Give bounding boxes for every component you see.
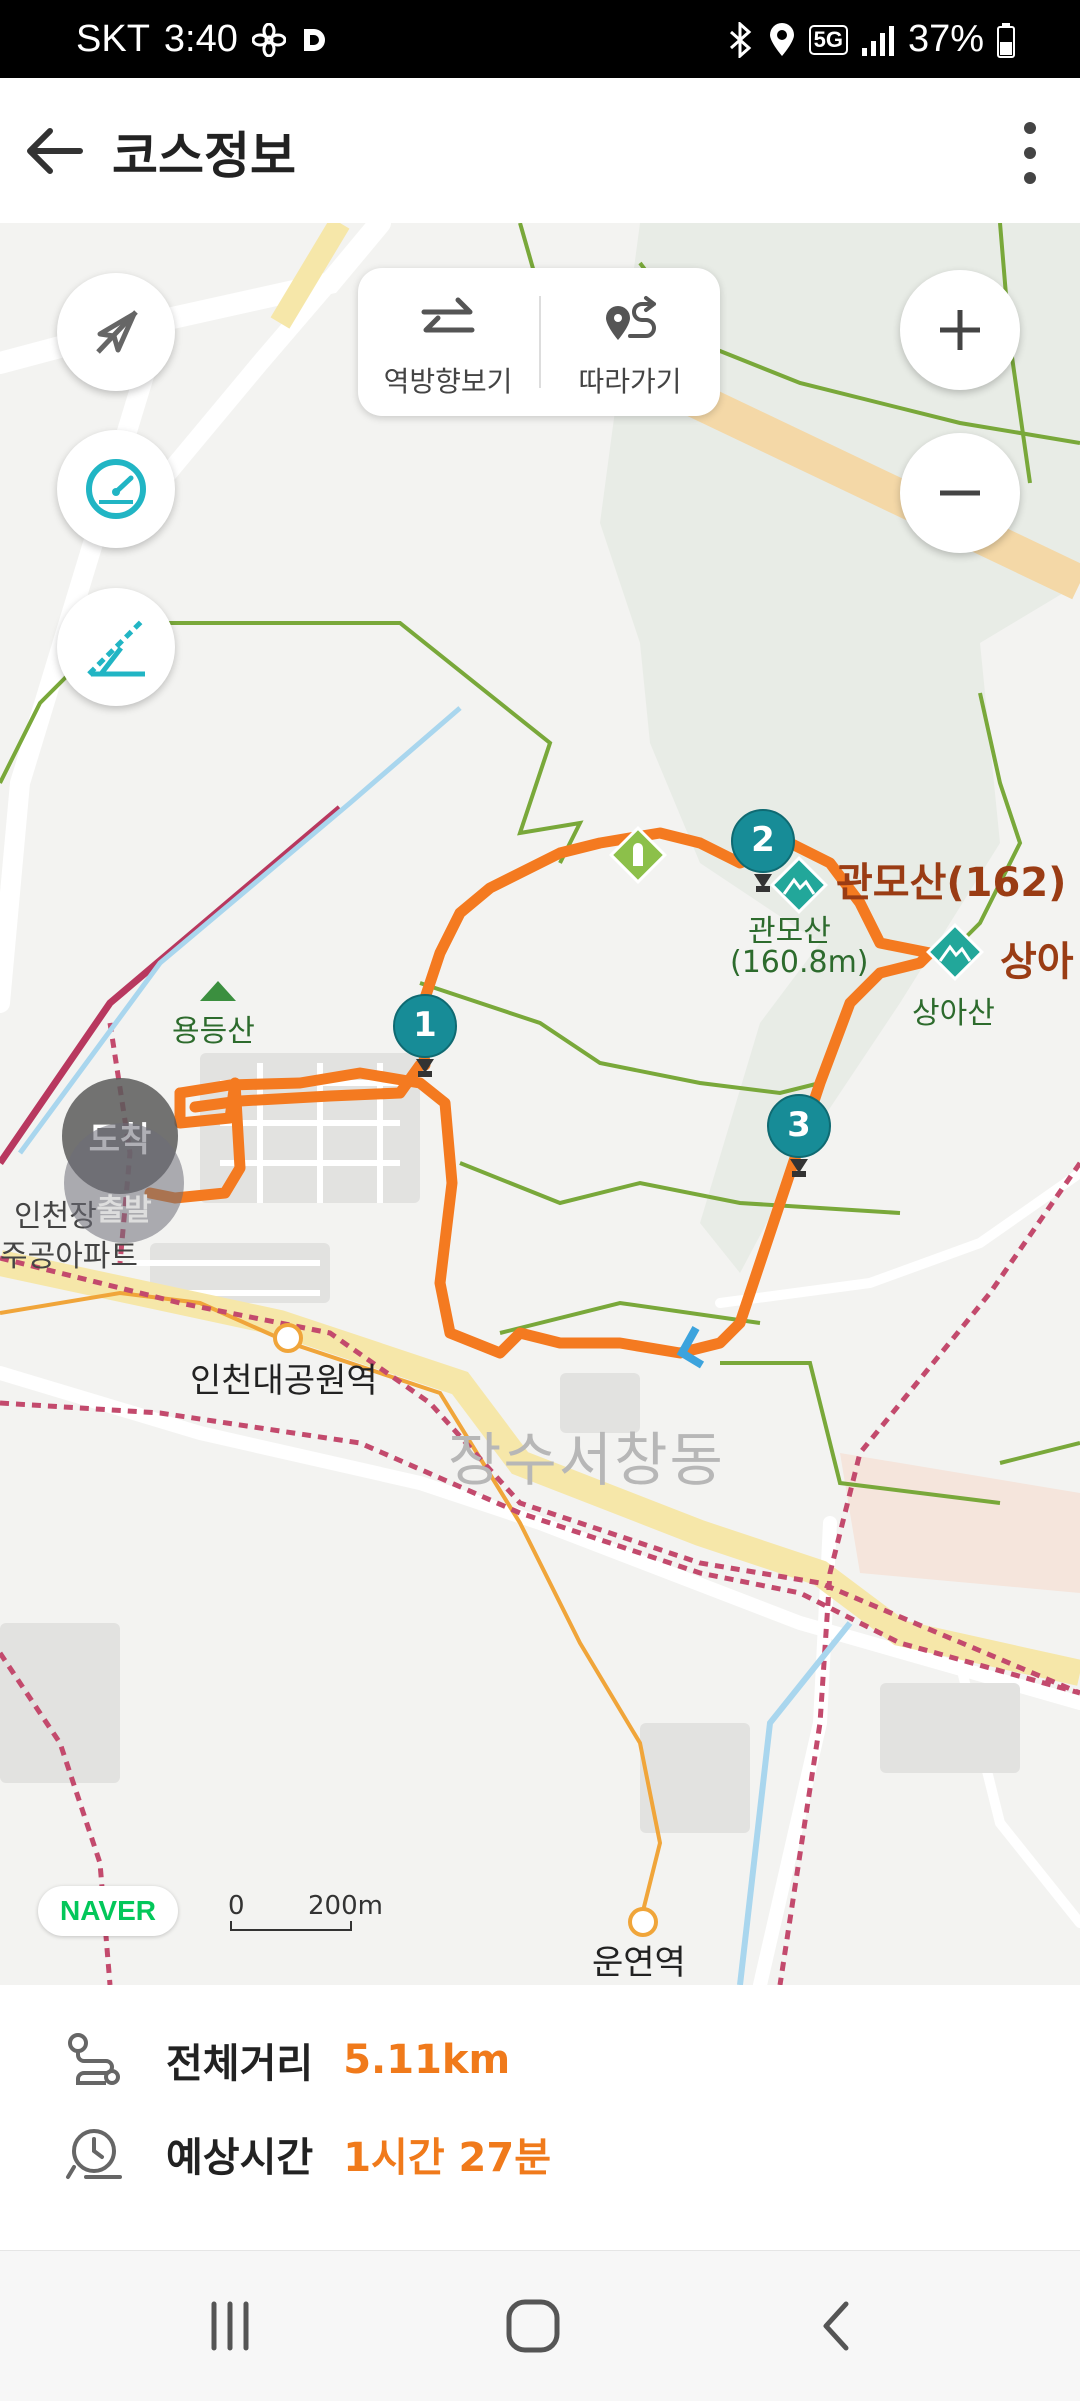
bluetooth-icon: [729, 21, 751, 58]
scale-line: [230, 1921, 352, 1931]
estimated-time-row: 예상시간 1시간 27분: [64, 2119, 551, 2189]
more-options-icon[interactable]: [1010, 118, 1050, 188]
minus-icon: [940, 490, 980, 496]
place-label-gwanmosan-162: 관모산(162): [836, 860, 1067, 906]
signal-icon: [861, 25, 894, 56]
mountain-peak-icon-sangasan[interactable]: [926, 923, 984, 981]
place-label-jangsu-seochang-dong: 장수서창동: [448, 1426, 725, 1494]
plus-icon: [940, 310, 980, 350]
route-distance-icon: [68, 2033, 120, 2085]
place-label-yongdeungsan: 용등산: [172, 1014, 255, 1049]
clock-icon: [66, 2129, 122, 2179]
battery-icon: [997, 22, 1015, 58]
location-icon: [769, 22, 794, 56]
fan-icon: [251, 22, 286, 57]
follow-button[interactable]: 따라가기: [540, 268, 720, 416]
reverse-direction-label: 역방향보기: [383, 365, 513, 398]
system-navigation-bar: [0, 2250, 1080, 2401]
departure-label: 출발: [96, 1193, 152, 1228]
network-type: 5G: [808, 24, 848, 55]
naver-logo: NAVER: [38, 1886, 178, 1936]
follow-route-icon: [606, 296, 656, 340]
zoom-in-button[interactable]: [900, 270, 1020, 390]
battery-percent: 37%: [907, 18, 984, 60]
departure-marker[interactable]: 출발: [64, 1123, 184, 1243]
home-icon[interactable]: [503, 2296, 563, 2356]
total-distance-row: 전체거리 5.11km: [64, 2025, 510, 2095]
station-marker-incheon-grand-park: [273, 1323, 303, 1353]
app-bar: 코스정보: [0, 78, 1080, 223]
total-distance-label: 전체거리: [166, 2041, 314, 2087]
waypoint-number: 2: [751, 820, 775, 860]
station-marker-unyeon: [628, 1907, 658, 1937]
swap-arrows-icon: [421, 297, 475, 333]
map-scale-bar: 0 200m: [228, 1891, 383, 1931]
navigation-off-icon: [96, 310, 138, 354]
nav-back-icon[interactable]: [808, 2296, 868, 2356]
clock: 3:40: [163, 18, 238, 60]
waypoint-pin-1[interactable]: 1: [392, 993, 458, 1079]
carrier-label: SKT: [76, 18, 150, 60]
waypoint-pin-3[interactable]: 3: [766, 1093, 832, 1179]
estimated-time-label: 예상시간: [166, 2135, 314, 2181]
provider-logo-text: NAVER: [60, 1895, 156, 1926]
scale-zero-label: 0: [228, 1891, 245, 1921]
total-distance-value: 5.11km: [343, 2037, 511, 2083]
recent-apps-icon[interactable]: [200, 2296, 260, 2356]
zoom-out-button[interactable]: [900, 433, 1020, 553]
place-label-gwanmosan-height: (160.8m): [730, 945, 869, 980]
status-bar: SKT 3:40 5G 37%: [0, 0, 1080, 78]
waypoint-number: 3: [787, 1105, 811, 1145]
waypoint-number: 1: [413, 1005, 437, 1045]
reverse-direction-button[interactable]: 역방향보기: [358, 268, 538, 416]
route-mode-control: 역방향보기 따라가기: [358, 268, 720, 416]
estimated-time-value: 1시간 27분: [343, 2135, 552, 2181]
scale-distance-label: 200m: [308, 1891, 383, 1921]
d-app-icon: [303, 28, 325, 51]
place-label-sangasan: 상아산: [912, 996, 995, 1031]
speedometer-button[interactable]: [57, 430, 175, 548]
speedometer-icon: [86, 459, 146, 519]
forest-marker-icon[interactable]: [609, 826, 667, 884]
course-map[interactable]: 역방향보기 따라가기 용등산 인천장 주공아파트 인천대공원역 장수서창동 관모…: [0, 223, 1080, 1985]
elevation-icon: [87, 618, 145, 677]
compass-off-button[interactable]: [57, 273, 175, 391]
elevation-profile-button[interactable]: [57, 588, 175, 706]
page-title: 코스정보: [112, 127, 296, 185]
back-arrow-icon[interactable]: [22, 123, 86, 179]
place-label-unyeon-station: 운연역: [592, 1943, 686, 1983]
waypoint-pin-2[interactable]: 2: [730, 808, 796, 894]
place-label-incheon-grand-park-station: 인천대공원역: [190, 1361, 378, 1401]
follow-label: 따라가기: [578, 365, 682, 398]
course-info-panel: 전체거리 5.11km 예상시간 1시간 27분: [0, 1985, 1080, 2250]
place-label-sanga: 상아: [1000, 939, 1074, 985]
